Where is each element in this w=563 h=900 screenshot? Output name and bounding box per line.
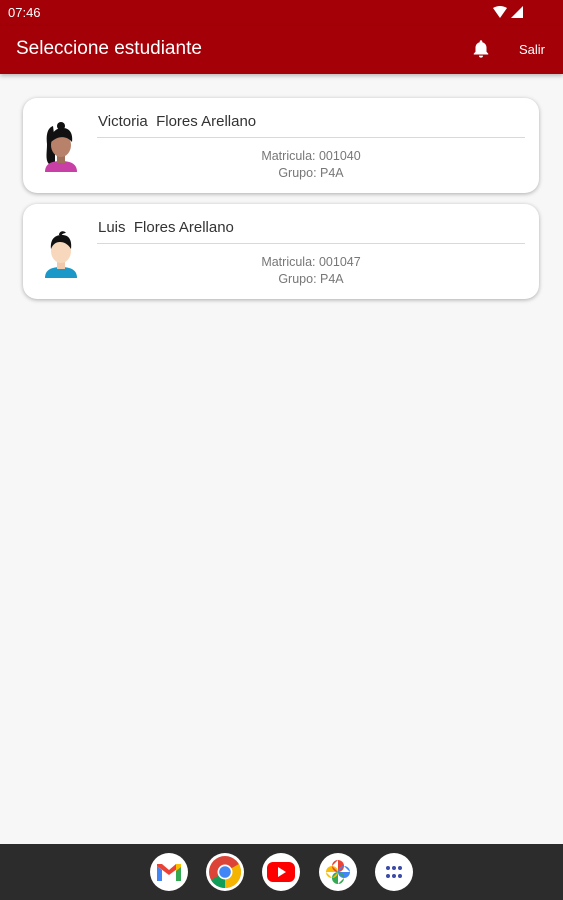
status-time: 07:46 (8, 5, 41, 20)
youtube-icon[interactable] (262, 853, 300, 891)
student-matricula: Matricula: 001040 (261, 149, 361, 163)
gmail-icon[interactable] (150, 853, 188, 891)
bell-icon[interactable] (470, 38, 492, 60)
student-grupo: Grupo: P4A (278, 166, 344, 180)
student-name: Victoria Flores Arellano (98, 113, 257, 130)
student-matricula: Matricula: 001047 (261, 255, 361, 269)
status-icons (493, 5, 523, 19)
student-female-avatar-icon (45, 122, 77, 172)
student-name: Luis Flores Arellano (98, 219, 234, 236)
divider (97, 137, 525, 138)
app-drawer-icon[interactable] (375, 853, 413, 891)
logout-button[interactable]: Salir (519, 42, 545, 57)
student-male-avatar-icon (45, 231, 77, 278)
student-grupo: Grupo: P4A (278, 272, 344, 286)
photos-icon[interactable] (319, 853, 357, 891)
cell-signal-icon (511, 6, 523, 18)
wifi-icon (493, 6, 507, 18)
page-title: Seleccione estudiante (16, 38, 202, 59)
status-bar: 07:46 (0, 0, 563, 26)
chrome-icon[interactable] (206, 853, 244, 891)
student-card[interactable]: Luis Flores Arellano Matricula: 001047 G… (23, 204, 539, 299)
divider (97, 243, 525, 244)
student-card[interactable]: Victoria Flores Arellano Matricula: 0010… (23, 98, 539, 193)
system-nav-bar (0, 844, 563, 900)
app-bar: Seleccione estudiante Salir (0, 26, 563, 74)
